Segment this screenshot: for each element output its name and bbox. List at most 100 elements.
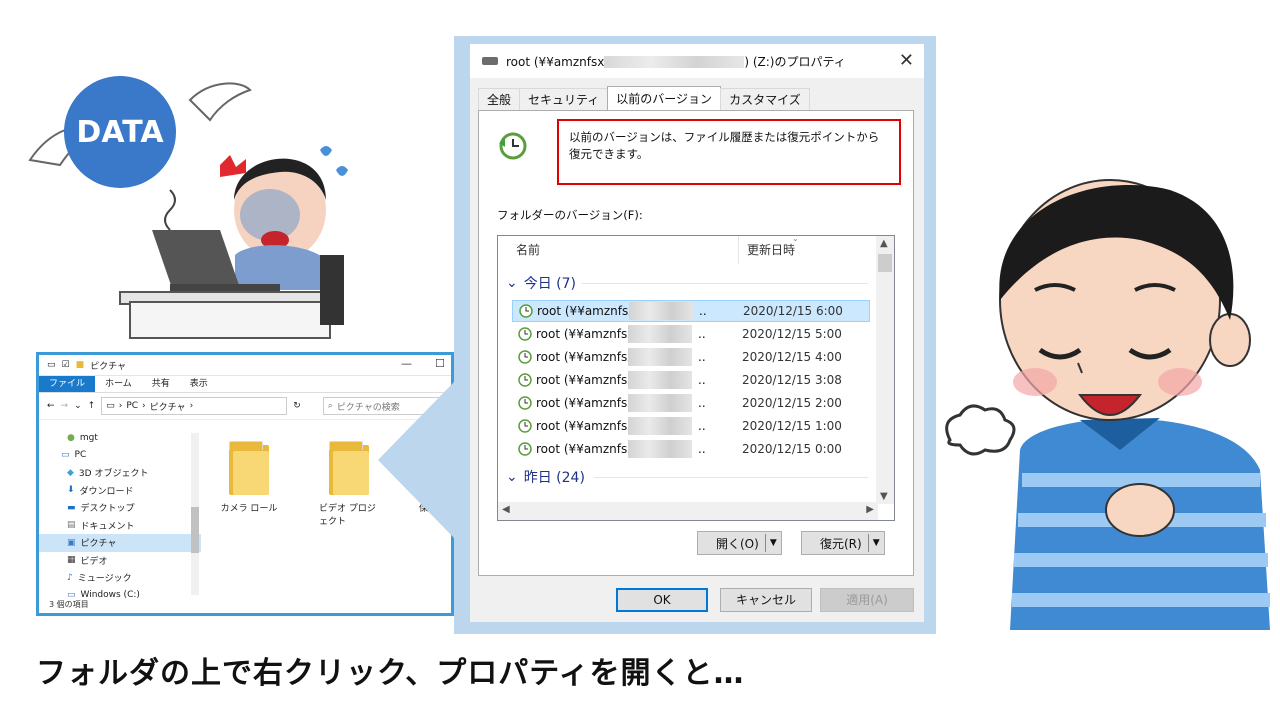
folder-icon xyxy=(229,441,269,495)
sidebar-item-pc[interactable]: ▭ PC xyxy=(39,447,201,465)
scrollbar-thumb[interactable] xyxy=(191,507,199,553)
restore-point-icon xyxy=(518,350,532,364)
navigation-pane: ● mgt ▭ PC ◆ 3D オブジェクト ⬇ ダウンロード ▬ デスクトップ ▤ ドキュ… xyxy=(39,429,201,604)
restore-point-icon xyxy=(518,396,532,410)
data-badge-text: DATA xyxy=(76,115,164,150)
restore-point-icon xyxy=(519,304,533,318)
network-drive-icon xyxy=(482,57,498,65)
sort-chevron-icon: ⌄ xyxy=(792,235,799,243)
relieved-user-illustration xyxy=(945,179,1270,630)
vertical-scroll-thumb[interactable] xyxy=(878,254,892,272)
restore-split-button[interactable]: 復元(R) ▼ xyxy=(801,531,885,555)
restore-button[interactable]: 復元(R) xyxy=(802,535,868,552)
user-icon: ● xyxy=(67,432,75,443)
forward-arrow-icon[interactable]: → xyxy=(61,401,69,411)
restore-point-icon xyxy=(518,327,532,341)
sidebar-item-3d-objects[interactable]: ◆ 3D オブジェクト xyxy=(39,464,201,482)
tab-previous-versions[interactable]: 以前のバージョン xyxy=(607,86,722,111)
folder-video-projects[interactable]: ビデオ プロジェクト xyxy=(319,441,379,527)
column-modified-date[interactable]: 更新日時 xyxy=(739,236,795,264)
status-bar: 3 個の項目 xyxy=(49,600,89,609)
previous-versions-panel: 以前のバージョンは、ファイル履歴または復元ポイントから復元できます。 フォルダー… xyxy=(478,110,914,576)
properties-dialog: root (¥¥amznfsx) (Z:)のプロパティ ✕ 全般 セキュリティ … xyxy=(470,44,924,622)
column-name[interactable]: 名前 xyxy=(498,236,739,264)
ribbon-tab-share[interactable]: 共有 xyxy=(142,376,180,392)
restore-dropdown-arrow-icon[interactable]: ▼ xyxy=(869,538,884,548)
group-collapse-chevron-icon[interactable]: ⌄ xyxy=(506,275,518,291)
breadcrumb-pictures[interactable]: ピクチャ xyxy=(150,400,186,413)
sidebar-item-desktop[interactable]: ▬ デスクトップ xyxy=(39,499,201,517)
breadcrumb-pc[interactable]: PC xyxy=(126,401,138,411)
scroll-down-icon[interactable]: ▼ xyxy=(880,491,888,502)
up-arrow-icon[interactable]: ↑ xyxy=(88,401,96,411)
scroll-right-icon[interactable]: ▶ xyxy=(866,504,874,515)
restore-point-icon xyxy=(518,373,532,387)
caption-text: フォルダの上で右クリック、プロパティを開くと… xyxy=(36,656,745,691)
info-text: 以前のバージョンは、ファイル履歴または復元ポイントから復元できます。 xyxy=(569,130,880,161)
sidebar-item-pictures[interactable]: ▣ ピクチャ xyxy=(39,534,201,552)
ok-button[interactable]: OK xyxy=(616,588,708,612)
group-header-yesterday[interactable]: ⌄ 昨日 (24) xyxy=(506,466,585,488)
version-row[interactable]: root (¥¥amznfsx.. 2020/12/15 3:08 xyxy=(512,369,870,391)
sidebar-item-music[interactable]: ♪ ミュージック xyxy=(39,569,201,587)
version-row[interactable]: root (¥¥amznfsx.. 2020/12/15 1:00 xyxy=(512,415,870,437)
list-vertical-scrollbar[interactable]: ▲ ▼ xyxy=(876,236,894,504)
info-text-highlight: 以前のバージョンは、ファイル履歴または復元ポイントから復元できます。 xyxy=(557,119,901,185)
version-row[interactable]: root (¥¥amznfsx.. 2020/12/15 2:00 xyxy=(512,392,870,414)
restore-point-icon xyxy=(518,442,532,456)
video-icon: ▦ xyxy=(67,555,76,566)
folder-small-icon: ■ xyxy=(75,360,85,370)
folder-camera-roll[interactable]: カメラ ロール xyxy=(219,441,279,527)
explorer-app-icon: ▭ xyxy=(47,360,56,370)
pc-icon: ▭ xyxy=(61,450,70,461)
version-row[interactable]: root (¥¥amznfsx.. 2020/12/15 5:00 xyxy=(512,323,870,345)
explorer-title: ピクチャ xyxy=(90,361,127,372)
sidebar-item-user[interactable]: ● mgt xyxy=(39,429,201,447)
sidebar-item-downloads[interactable]: ⬇ ダウンロード xyxy=(39,482,201,500)
tab-customize[interactable]: カスタマイズ xyxy=(720,88,810,110)
group-header-today[interactable]: ⌄ 今日 (7) xyxy=(506,272,576,294)
version-row[interactable]: root (¥¥amznfsx.. 2020/12/15 4:00 xyxy=(512,346,870,368)
tab-general[interactable]: 全般 xyxy=(478,88,521,110)
version-row[interactable]: root (¥¥amznfsx.. 2020/12/15 6:00 xyxy=(512,300,870,322)
tab-security[interactable]: セキュリティ xyxy=(519,88,609,110)
close-icon[interactable]: ✕ xyxy=(899,50,914,71)
search-icon: ⌕ xyxy=(327,401,333,411)
refresh-icon[interactable]: ↻ xyxy=(293,401,301,411)
stressed-user-illustration: DATA xyxy=(28,76,348,339)
pc-small-icon: ▭ xyxy=(106,401,115,411)
apply-button[interactable]: 適用(A) xyxy=(820,588,914,612)
ribbon-tab-view[interactable]: 表示 xyxy=(180,376,218,392)
dialog-tabs: 全般 セキュリティ 以前のバージョン カスタマイズ xyxy=(478,86,810,111)
group-collapse-chevron-icon[interactable]: ⌄ xyxy=(506,469,518,485)
folder-versions-label: フォルダーのバージョン(F): xyxy=(497,208,643,222)
desktop-icon: ▬ xyxy=(67,502,76,513)
version-row[interactable]: root (¥¥amznfsx.. 2020/12/15 0:00 xyxy=(512,438,870,460)
music-icon: ♪ xyxy=(67,572,73,583)
dialog-title-bar: root (¥¥amznfsx) (Z:)のプロパティ ✕ xyxy=(470,44,924,78)
3d-objects-icon: ◆ xyxy=(67,467,74,478)
versions-list[interactable]: 名前 更新日時 ⌄ ⌄ 今日 (7) root (¥¥amznfsx.. 2020… xyxy=(497,235,895,521)
pictures-icon: ▣ xyxy=(67,537,76,548)
back-arrow-icon[interactable]: ← xyxy=(47,401,55,411)
sidebar-item-documents[interactable]: ▤ ドキュメント xyxy=(39,517,201,535)
dialog-title: root (¥¥amznfsx) (Z:)のプロパティ xyxy=(506,54,846,69)
ribbon-tab-file[interactable]: ファイル xyxy=(39,376,96,392)
quick-access-check-icon[interactable]: ☑ xyxy=(62,360,70,370)
folder-icon xyxy=(329,441,369,495)
open-dropdown-arrow-icon[interactable]: ▼ xyxy=(766,538,781,548)
recent-chevron-icon[interactable]: ⌄ xyxy=(74,401,82,411)
ribbon-tab-home[interactable]: ホーム xyxy=(95,376,142,392)
address-bar[interactable]: ▭ › PC › ピクチャ › xyxy=(101,397,288,415)
sidebar-item-videos[interactable]: ▦ ビデオ xyxy=(39,552,201,570)
scroll-up-icon[interactable]: ▲ xyxy=(880,238,888,249)
restore-clock-icon xyxy=(499,132,527,160)
open-split-button[interactable]: 開く(O) ▼ xyxy=(697,531,782,555)
open-button[interactable]: 開く(O) xyxy=(698,535,765,552)
cancel-button[interactable]: キャンセル xyxy=(720,588,812,612)
scroll-left-icon[interactable]: ◀ xyxy=(502,504,510,515)
navigation-pane-scrollbar[interactable] xyxy=(191,433,199,595)
document-icon: ▤ xyxy=(67,520,76,531)
list-header: 名前 更新日時 ⌄ xyxy=(498,236,876,264)
list-horizontal-scrollbar[interactable]: ◀ ▶ xyxy=(498,502,878,520)
